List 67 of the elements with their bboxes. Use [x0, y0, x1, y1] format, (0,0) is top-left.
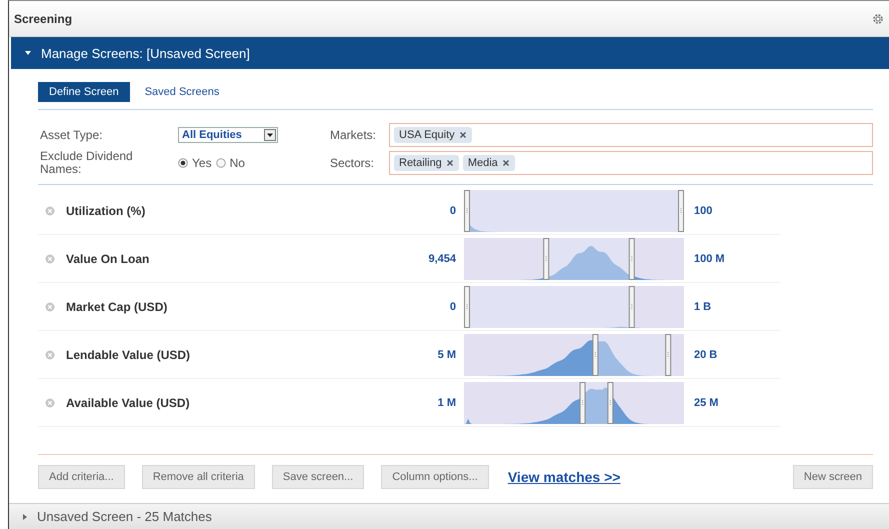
tab[interactable]: Saved Screens	[134, 82, 230, 102]
slider-handle[interactable]	[665, 334, 672, 376]
field-label: Asset Type:	[40, 128, 104, 142]
histogram-slider[interactable]	[464, 238, 684, 280]
field-label: Sectors:	[330, 156, 376, 170]
caret-icon[interactable]	[24, 49, 32, 57]
range-max-value: 1 B	[694, 300, 712, 312]
radio-button[interactable]	[178, 158, 188, 168]
range-max-value: 100	[694, 204, 712, 216]
results-bar[interactable]: Unsaved Screen - 25 Matches	[9, 503, 889, 529]
slider-handle[interactable]	[678, 190, 684, 232]
criterion-label: Utilization (%)	[66, 204, 146, 218]
radio-label: No	[230, 156, 245, 170]
slider-handle[interactable]	[580, 382, 586, 424]
filter-tag[interactable]: Media	[462, 155, 515, 171]
criterion-label: Available Value (USD)	[66, 396, 191, 410]
action-button[interactable]: Remove all criteria	[142, 465, 255, 489]
criterion-label: Value On Loan	[66, 252, 150, 266]
slider-handle[interactable]	[543, 238, 550, 280]
action-button[interactable]: Add criteria...	[38, 465, 125, 489]
histogram-slider[interactable]	[464, 190, 684, 232]
slider-handle[interactable]	[464, 286, 470, 328]
range-max-value: 25 M	[694, 396, 718, 408]
slider-handle[interactable]	[628, 286, 635, 328]
range-min-value: 9,454	[427, 252, 456, 264]
new-screen-button[interactable]: New screen	[792, 465, 873, 489]
criterion-label: Lendable Value (USD)	[66, 348, 192, 362]
range-max-value: 100 M	[694, 252, 725, 264]
remove-icon[interactable]	[45, 398, 55, 408]
slider-handle[interactable]	[607, 382, 614, 424]
range-min-value: 5 M	[436, 348, 456, 360]
criterion-label: Market Cap (USD)	[66, 300, 168, 314]
panel-title: Manage Screens: [Unsaved Screen]	[41, 46, 250, 60]
close-icon[interactable]	[458, 131, 467, 139]
filter-tag[interactable]: USA Equity	[394, 127, 472, 143]
remove-icon[interactable]	[45, 206, 55, 216]
action-button[interactable]: Column options...	[381, 465, 489, 489]
tag-input-field[interactable]: Retailing Media	[389, 151, 873, 175]
tab[interactable]: Define Screen	[38, 82, 130, 102]
close-icon[interactable]	[446, 159, 454, 167]
range-min-value: 0	[448, 300, 456, 312]
histogram-slider[interactable]	[464, 286, 684, 328]
radio-label: Yes	[192, 156, 212, 170]
field-label: Markets:	[330, 128, 378, 142]
window-title: Screening	[14, 12, 72, 26]
settings-icon[interactable]	[871, 12, 885, 26]
slider-handle[interactable]	[628, 238, 635, 280]
view-matches-link[interactable]: View matches >>	[508, 469, 620, 485]
range-min-value: 0	[448, 204, 456, 216]
panel-header[interactable]: Manage Screens: [Unsaved Screen]	[11, 37, 889, 69]
caret-icon[interactable]	[21, 512, 29, 520]
range-max-value: 20 B	[694, 348, 718, 360]
radio-button[interactable]	[216, 158, 226, 168]
close-icon[interactable]	[502, 159, 510, 167]
slider-handle[interactable]	[592, 334, 598, 376]
remove-icon[interactable]	[45, 350, 55, 360]
remove-icon[interactable]	[45, 254, 55, 264]
asset-type-dropdown[interactable]: All Equities	[178, 127, 278, 143]
field-label: Exclude Dividend Names:	[40, 150, 134, 176]
filter-tag[interactable]: Retailing	[394, 155, 459, 171]
histogram-slider[interactable]	[464, 334, 684, 376]
remove-icon[interactable]	[45, 302, 55, 312]
tag-input-field[interactable]: USA Equity	[389, 123, 873, 147]
action-button[interactable]: Save screen...	[272, 465, 364, 489]
results-title: Unsaved Screen - 25 Matches	[37, 509, 212, 524]
slider-handle[interactable]	[464, 190, 470, 232]
range-min-value: 1 M	[436, 396, 456, 408]
